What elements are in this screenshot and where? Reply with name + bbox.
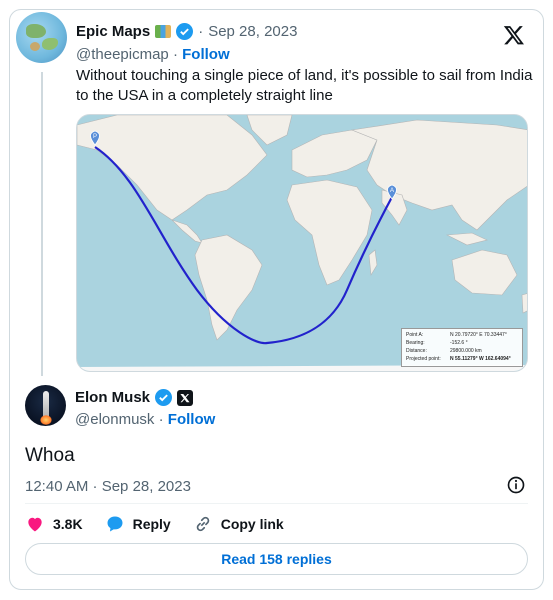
main-tweet-header: Elon Musk (75, 389, 194, 406)
like-button[interactable]: 3.8K (25, 514, 83, 534)
quoted-author-name[interactable]: Epic Maps (76, 23, 150, 40)
main-follow-link[interactable]: Follow (168, 411, 216, 428)
reply-bubble-icon (107, 516, 123, 532)
verified-badge-icon (155, 389, 173, 406)
elon-musk-avatar[interactable] (25, 385, 66, 426)
quoted-handle-row: @theepicmap · Follow (76, 46, 230, 63)
marker-p-label: P (93, 134, 97, 140)
quoted-tweet-text: Without touching a single piece of land,… (76, 67, 533, 104)
quoted-handle[interactable]: @theepicmap (76, 46, 169, 63)
info-row: Distance: 29800.000 km (406, 348, 482, 354)
reply-label: Reply (132, 516, 171, 532)
quoted-date[interactable]: Sep 28, 2023 (208, 23, 297, 40)
actions-bar: 3.8K Reply Copy link (25, 514, 306, 534)
quoted-tweet-header: Epic Maps · Sep 28, 2023 (76, 23, 298, 40)
world-map-emoji-icon (155, 25, 172, 38)
quoted-follow-link[interactable]: Follow (182, 46, 230, 63)
verified-badge-icon (176, 23, 194, 40)
main-handle[interactable]: @elonmusk (75, 411, 154, 428)
reply-button[interactable]: Reply (105, 514, 171, 534)
x-logo-icon[interactable] (503, 24, 525, 46)
map-info-box: Point A: N 20.79720° E 70.33447° Bearing:… (401, 328, 523, 367)
link-icon (196, 516, 209, 532)
main-tweet-text: Whoa (25, 445, 75, 466)
thread-connector (41, 72, 43, 376)
read-replies-button[interactable]: Read 158 replies (25, 543, 528, 575)
info-icon[interactable] (506, 475, 526, 495)
main-author-name[interactable]: Elon Musk (75, 389, 150, 406)
heart-icon (28, 517, 42, 532)
info-row: Projected point: N 55.11279° W 162.64094° (406, 356, 511, 362)
copy-link-label: Copy link (220, 516, 284, 532)
epic-maps-avatar[interactable] (16, 12, 67, 63)
main-handle-row: @elonmusk · Follow (75, 411, 216, 428)
info-row: Point A: N 20.79720° E 70.33447° (406, 332, 507, 338)
x-affiliate-badge-icon (177, 389, 194, 406)
like-count: 3.8K (53, 516, 83, 532)
info-row: Bearing: -152.6 ° (406, 340, 468, 346)
divider (25, 503, 528, 504)
tweet-timestamp[interactable]: 12:40 AM · Sep 28, 2023 (25, 478, 191, 495)
copy-link-button[interactable]: Copy link (193, 514, 284, 534)
marker-a-label: A (390, 188, 394, 194)
map-image[interactable]: P A Point A: N 20.79720° E 70.33447° Bear… (76, 114, 528, 372)
